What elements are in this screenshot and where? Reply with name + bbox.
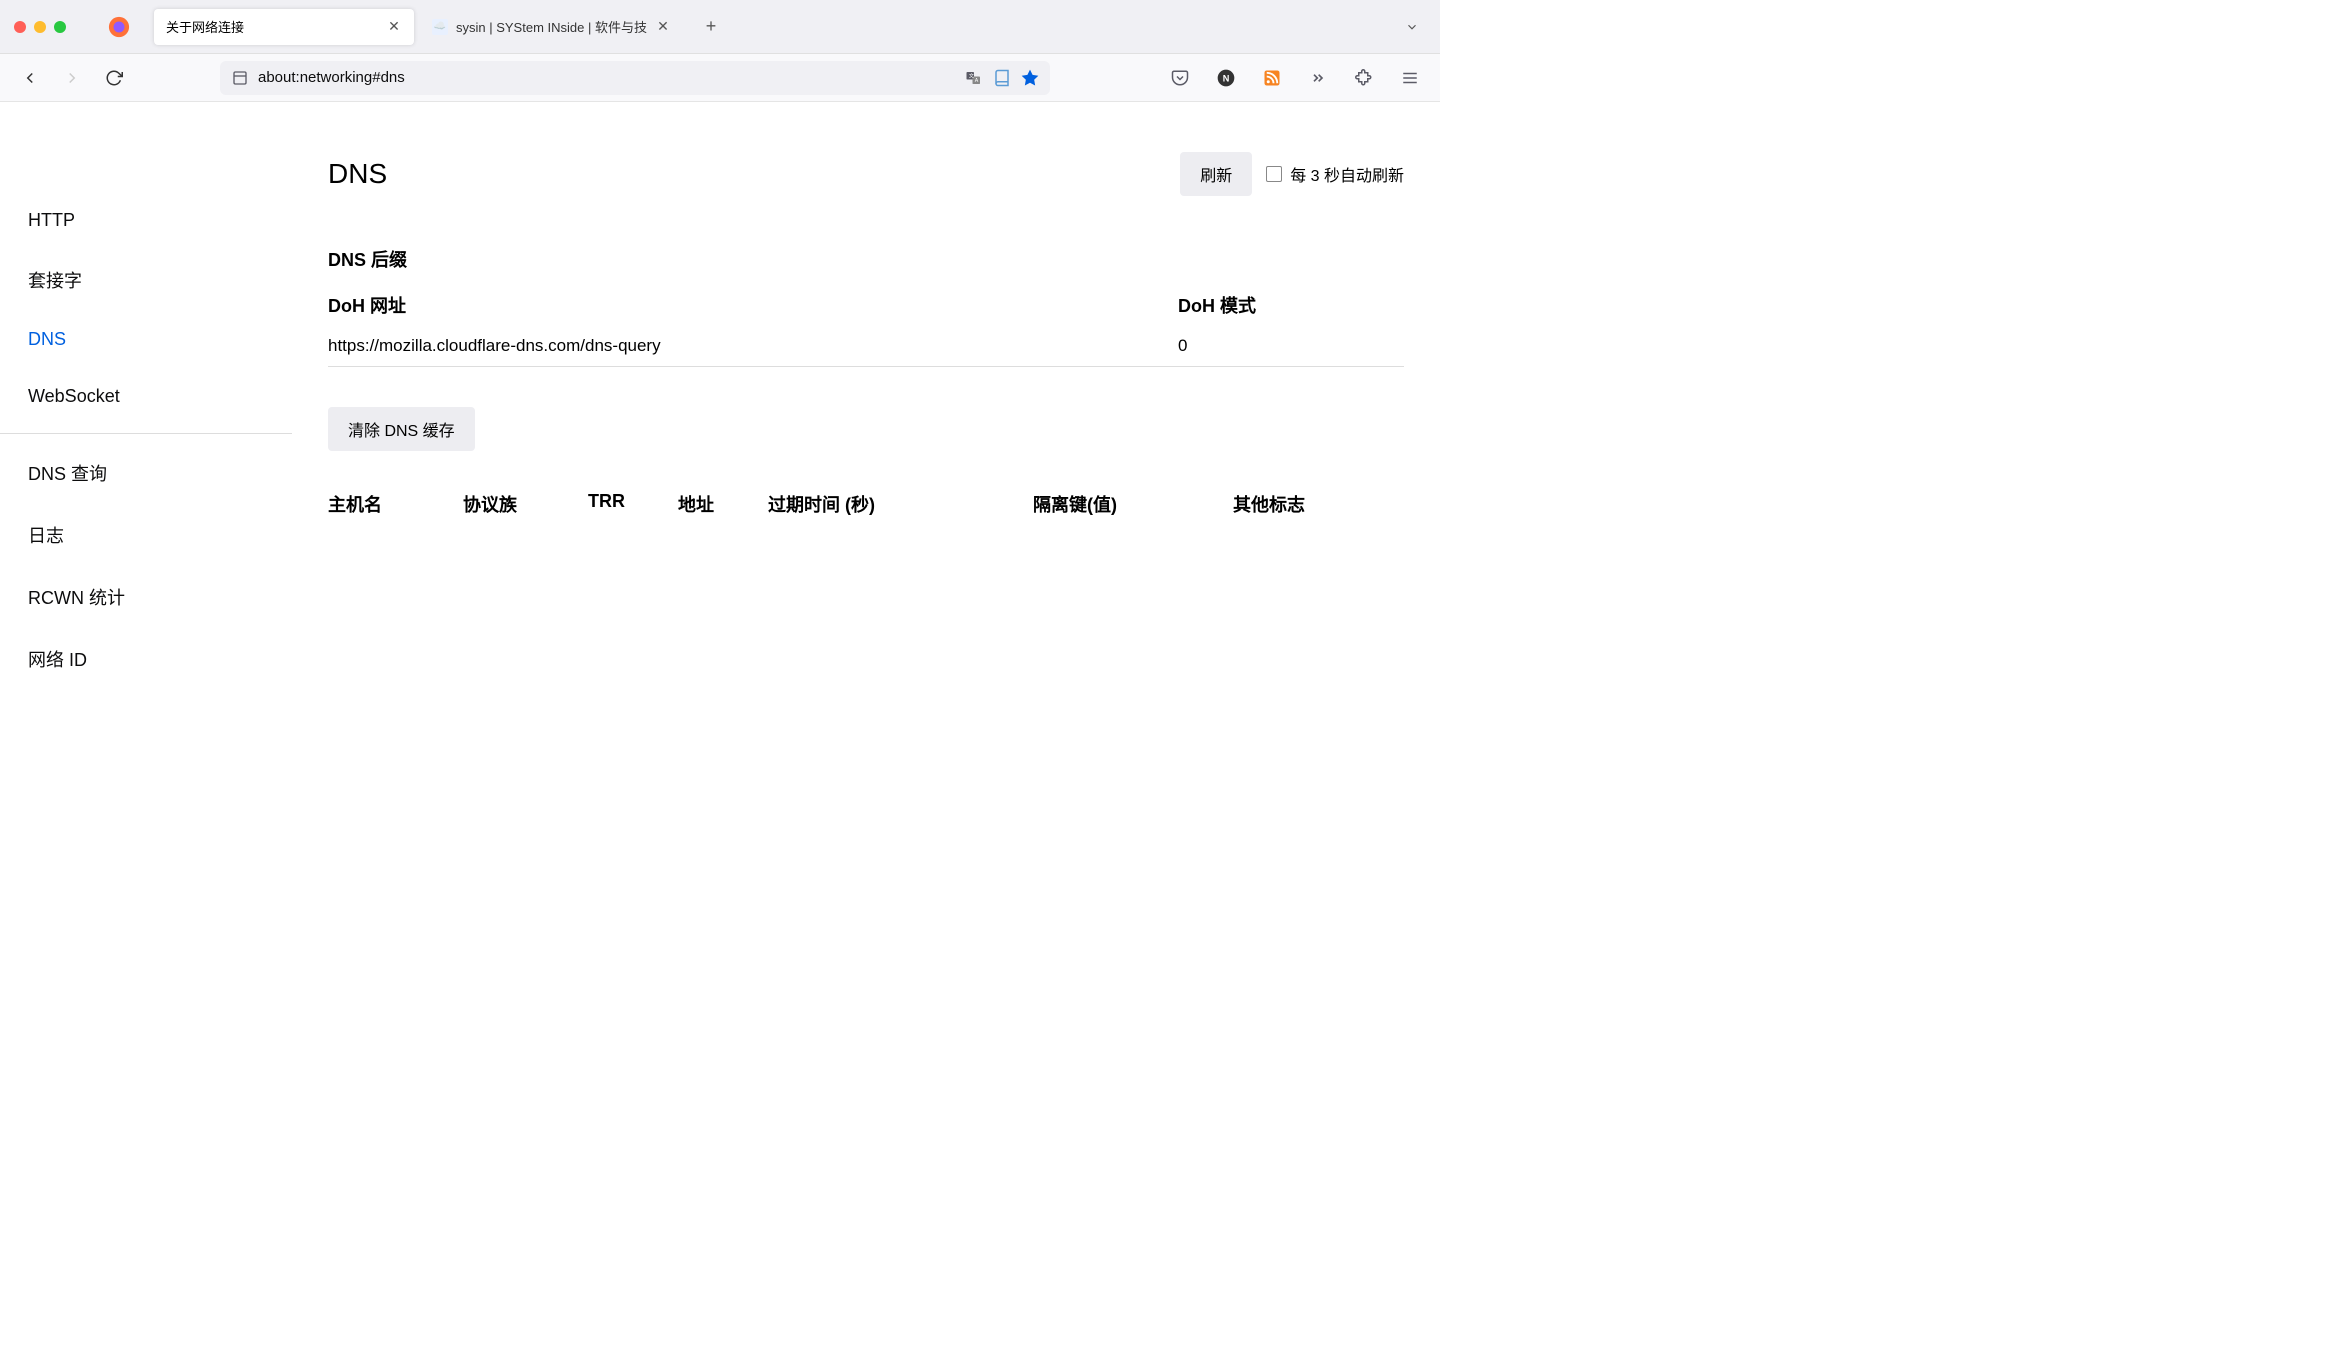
main-content: HTTP 套接字 DNS WebSocket DNS 查询 日志 RCWN 统计… [0, 102, 1440, 840]
window-controls [14, 21, 66, 33]
notion-icon[interactable]: N [1210, 62, 1242, 94]
window-close-button[interactable] [14, 21, 26, 33]
overflow-icon[interactable] [1302, 62, 1334, 94]
forward-button[interactable] [56, 62, 88, 94]
sidebar-item-rcwn[interactable]: RCWN 统计 [0, 566, 292, 628]
col-address: 地址 [678, 491, 768, 517]
sidebar-item-dns[interactable]: DNS [0, 311, 292, 368]
navigation-toolbar: about:networking#dns 文A N [0, 54, 1440, 102]
dns-suffix-section: DNS 后缀 [328, 246, 1404, 272]
sidebar-item-dns-lookup[interactable]: DNS 查询 [0, 442, 292, 504]
clear-dns-cache-button[interactable]: 清除 DNS 缓存 [328, 407, 475, 451]
window-titlebar: 关于网络连接 ✕ ☁️ sysin | SYStem INside | 软件与技… [0, 0, 1440, 54]
svg-text:N: N [1223, 73, 1230, 83]
dns-table-header: 主机名 协议族 TRR 地址 过期时间 (秒) 隔离键(值) 其他标志 [328, 481, 1404, 527]
auto-refresh-control[interactable]: 每 3 秒自动刷新 [1266, 162, 1404, 186]
col-trr: TRR [588, 491, 678, 517]
doh-table-header: DoH 网址 DoH 模式 [328, 284, 1404, 326]
rss-icon[interactable] [1256, 62, 1288, 94]
tab-strip: 关于网络连接 ✕ ☁️ sysin | SYStem INside | 软件与技… [154, 9, 1426, 45]
dns-suffix-label: DNS 后缀 [328, 246, 1404, 272]
content-panel: DNS 刷新 每 3 秒自动刷新 DNS 后缀 DoH 网址 DoH 模式 ht… [292, 102, 1440, 840]
doh-mode-value: 0 [1178, 336, 1404, 356]
toolbar-right: N [1164, 62, 1426, 94]
col-hostname: 主机名 [328, 491, 463, 517]
doh-url-header: DoH 网址 [328, 292, 1178, 318]
tab-favicon-icon: ☁️ [432, 19, 448, 35]
pocket-icon[interactable] [1164, 62, 1196, 94]
tab-active[interactable]: 关于网络连接 ✕ [154, 9, 414, 45]
reader-mode-icon[interactable] [992, 68, 1012, 88]
auto-refresh-label: 每 3 秒自动刷新 [1290, 162, 1404, 186]
header-controls: 刷新 每 3 秒自动刷新 [1180, 152, 1404, 196]
window-minimize-button[interactable] [34, 21, 46, 33]
page-info-icon[interactable] [230, 68, 250, 88]
sidebar-item-sockets[interactable]: 套接字 [0, 249, 292, 311]
sidebar-item-logging[interactable]: 日志 [0, 504, 292, 566]
col-family: 协议族 [463, 491, 588, 517]
doh-mode-header: DoH 模式 [1178, 292, 1404, 318]
extensions-icon[interactable] [1348, 62, 1380, 94]
col-isolation: 隔离键(值) [1033, 491, 1233, 517]
tab-label: sysin | SYStem INside | 软件与技 [456, 17, 647, 36]
url-bar[interactable]: about:networking#dns 文A [220, 61, 1050, 95]
doh-table: DoH 网址 DoH 模式 https://mozilla.cloudflare… [328, 284, 1404, 367]
svg-text:A: A [975, 77, 979, 83]
col-flags: 其他标志 [1233, 491, 1404, 517]
auto-refresh-checkbox[interactable] [1266, 166, 1282, 182]
doh-url-value: https://mozilla.cloudflare-dns.com/dns-q… [328, 336, 1178, 356]
window-maximize-button[interactable] [54, 21, 66, 33]
new-tab-button[interactable]: + [697, 13, 725, 41]
sidebar-item-http[interactable]: HTTP [0, 192, 292, 249]
sidebar-divider [0, 433, 292, 434]
tab-close-icon[interactable]: ✕ [655, 19, 671, 35]
back-button[interactable] [14, 62, 46, 94]
doh-table-row: https://mozilla.cloudflare-dns.com/dns-q… [328, 326, 1404, 367]
tab-close-icon[interactable]: ✕ [386, 19, 402, 35]
sidebar: HTTP 套接字 DNS WebSocket DNS 查询 日志 RCWN 统计… [0, 102, 292, 840]
tab-inactive[interactable]: ☁️ sysin | SYStem INside | 软件与技 ✕ [420, 9, 683, 45]
tab-label: 关于网络连接 [166, 17, 378, 36]
translate-icon[interactable]: 文A [964, 68, 984, 88]
col-expire: 过期时间 (秒) [768, 491, 1033, 517]
sidebar-item-websocket[interactable]: WebSocket [0, 368, 292, 425]
bookmark-star-icon[interactable] [1020, 68, 1040, 88]
sidebar-item-network-id[interactable]: 网络 ID [0, 628, 292, 690]
tabs-overflow-button[interactable] [1398, 13, 1426, 41]
clear-cache-section: 清除 DNS 缓存 [328, 407, 1404, 451]
page-title: DNS [328, 158, 387, 190]
url-text: about:networking#dns [258, 69, 956, 86]
refresh-button[interactable]: 刷新 [1180, 152, 1252, 196]
firefox-logo-icon [108, 16, 130, 38]
content-header: DNS 刷新 每 3 秒自动刷新 [328, 152, 1404, 196]
reload-button[interactable] [98, 62, 130, 94]
menu-icon[interactable] [1394, 62, 1426, 94]
